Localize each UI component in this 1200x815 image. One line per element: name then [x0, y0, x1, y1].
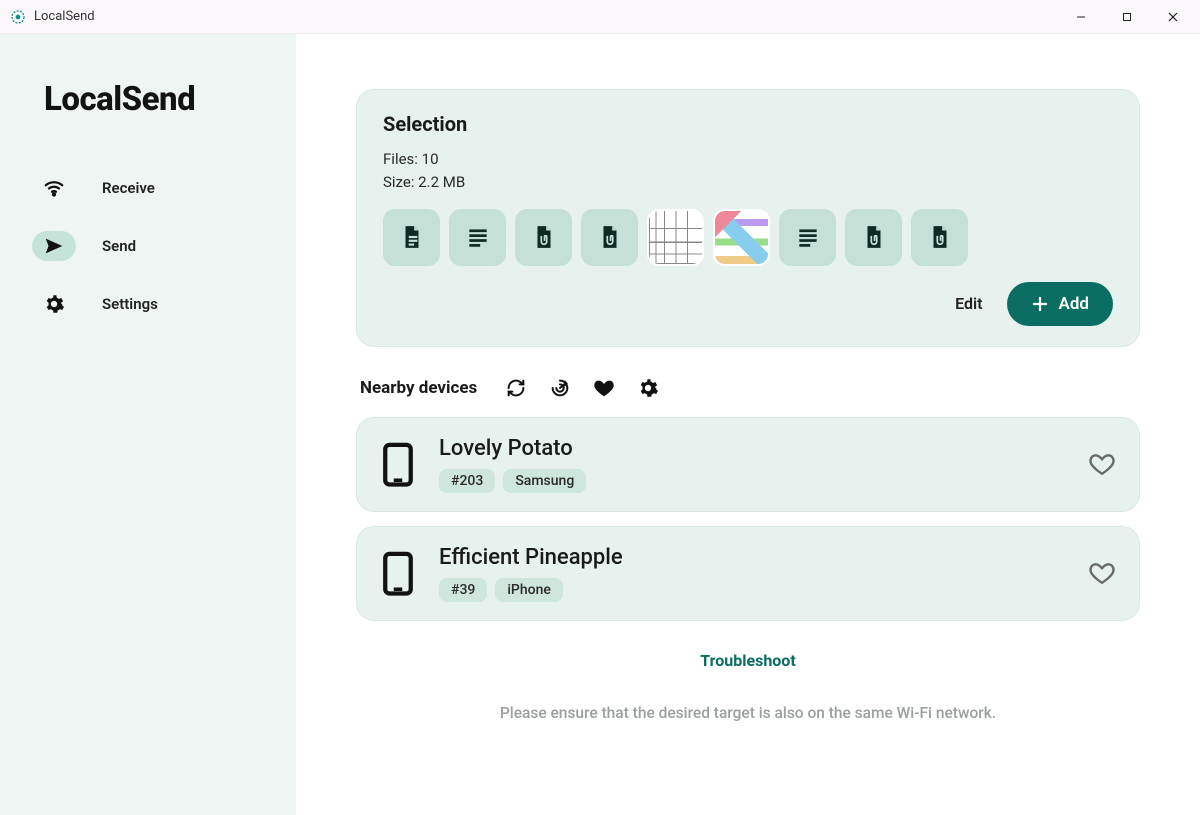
device-info: Efficient Pineapple #39 iPhone: [439, 545, 1065, 602]
heart-icon[interactable]: [593, 377, 615, 399]
maximize-button[interactable]: [1104, 1, 1150, 33]
selection-files-count: Files: 10: [383, 148, 1113, 171]
hint-text: Please ensure that the desired target is…: [356, 704, 1140, 722]
device-card[interactable]: Efficient Pineapple #39 iPhone: [356, 526, 1140, 621]
file-tile[interactable]: [845, 209, 902, 266]
window-controls: [1058, 1, 1196, 33]
selection-title: Selection: [383, 112, 1113, 136]
gear-icon[interactable]: [637, 377, 659, 399]
clip-file-icon: [861, 224, 887, 250]
device-info: Lovely Potato #203 Samsung: [439, 436, 1065, 493]
file-tile-row: [383, 209, 1113, 266]
device-list: Lovely Potato #203 Samsung Efficient Pin…: [356, 417, 1140, 621]
sidebar-item-receive[interactable]: Receive: [20, 163, 276, 213]
thumbnail-icon: [715, 211, 768, 264]
doc-file-icon: [399, 224, 425, 250]
device-name: Efficient Pineapple: [439, 545, 1065, 570]
radar-icon[interactable]: [549, 377, 571, 399]
minimize-button[interactable]: [1058, 1, 1104, 33]
file-tile[interactable]: [713, 209, 770, 266]
app-title: LocalSend: [44, 80, 276, 119]
file-tile[interactable]: [383, 209, 440, 266]
selection-card: Selection Files: 10 Size: 2.2 MB Edit Ad…: [356, 89, 1140, 347]
titlebar-left: LocalSend: [10, 9, 95, 25]
clip-file-icon: [531, 224, 557, 250]
file-tile[interactable]: [779, 209, 836, 266]
refresh-icon[interactable]: [505, 377, 527, 399]
file-tile[interactable]: [647, 209, 704, 266]
selection-actions: Edit Add: [383, 282, 1113, 326]
sidebar-nav: Receive Send Settings: [20, 163, 276, 329]
device-brand-tag: iPhone: [495, 578, 563, 602]
sidebar-item-label: Send: [102, 237, 136, 255]
file-tile[interactable]: [515, 209, 572, 266]
text-file-icon: [465, 224, 491, 250]
file-tile[interactable]: [449, 209, 506, 266]
file-tile[interactable]: [911, 209, 968, 266]
file-tile[interactable]: [581, 209, 638, 266]
device-brand-tag: Samsung: [503, 469, 586, 493]
thumbnail-icon: [649, 211, 702, 264]
device-name: Lovely Potato: [439, 436, 1065, 461]
sidebar-item-label: Settings: [102, 295, 158, 313]
gear-icon: [43, 293, 65, 315]
sidebar-item-settings[interactable]: Settings: [20, 279, 276, 329]
sidebar-item-label: Receive: [102, 179, 155, 197]
troubleshoot-link[interactable]: Troubleshoot: [700, 651, 796, 670]
device-tags: #39 iPhone: [439, 578, 1065, 602]
clip-file-icon: [927, 224, 953, 250]
favorite-icon[interactable]: [1089, 560, 1115, 586]
selection-meta: Files: 10 Size: 2.2 MB: [383, 148, 1113, 195]
add-button[interactable]: Add: [1007, 282, 1114, 326]
titlebar: LocalSend: [0, 0, 1200, 34]
send-icon: [43, 235, 65, 257]
phone-icon: [381, 442, 415, 486]
close-button[interactable]: [1150, 1, 1196, 33]
app-icon: [10, 9, 26, 25]
device-id-tag: #39: [439, 578, 487, 602]
add-button-label: Add: [1059, 294, 1090, 314]
device-tags: #203 Samsung: [439, 469, 1065, 493]
plus-icon: [1031, 295, 1049, 313]
wifi-icon: [43, 177, 65, 199]
favorite-icon[interactable]: [1089, 451, 1115, 477]
phone-icon: [381, 551, 415, 595]
sidebar: LocalSend Receive Send Settings: [0, 34, 296, 815]
nearby-header: Nearby devices: [356, 377, 1140, 399]
nearby-title: Nearby devices: [360, 378, 477, 398]
text-file-icon: [795, 224, 821, 250]
troubleshoot-row: Troubleshoot: [356, 651, 1140, 670]
window-title: LocalSend: [34, 9, 95, 24]
edit-button[interactable]: Edit: [955, 294, 982, 313]
clip-file-icon: [597, 224, 623, 250]
device-id-tag: #203: [439, 469, 495, 493]
selection-size: Size: 2.2 MB: [383, 171, 1113, 194]
main-content: Selection Files: 10 Size: 2.2 MB Edit Ad…: [296, 34, 1200, 815]
device-card[interactable]: Lovely Potato #203 Samsung: [356, 417, 1140, 512]
sidebar-item-send[interactable]: Send: [20, 221, 276, 271]
